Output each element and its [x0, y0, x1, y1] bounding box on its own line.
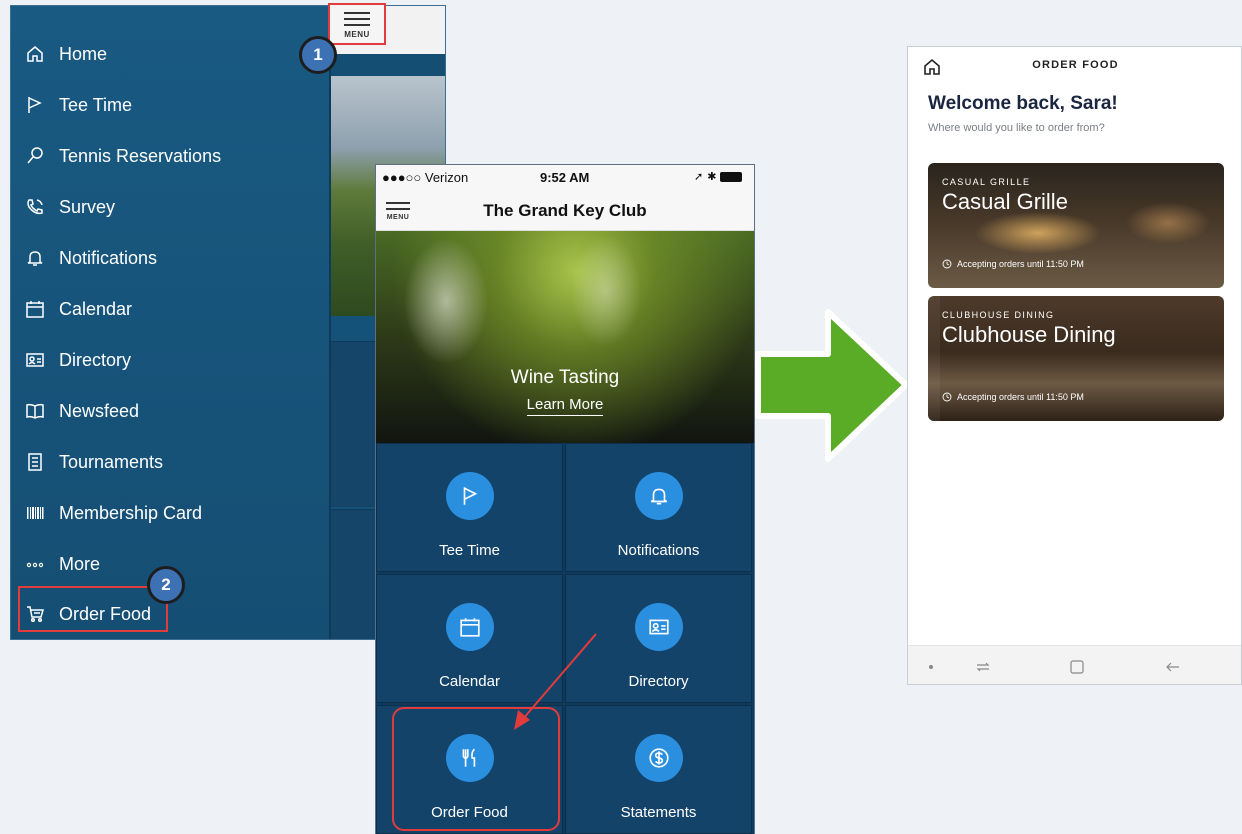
tile-label: Calendar [439, 673, 500, 690]
recent-apps-icon[interactable] [974, 658, 992, 676]
venue-status-text: Accepting orders until 11:50 PM [957, 259, 1084, 269]
venue-card-clubhouse-dining[interactable]: CLUBHOUSE DINING Clubhouse Dining Accept… [928, 296, 1224, 421]
venue-status: Accepting orders until 11:50 PM [942, 392, 1084, 402]
home-icon [27, 46, 43, 62]
app-title: The Grand Key Club [483, 201, 647, 220]
venue-card-casual-grille[interactable]: CASUAL GRILLE Casual Grille Accepting or… [928, 163, 1224, 288]
order-food-highlight [18, 586, 168, 632]
list-icon [28, 453, 42, 471]
drawer-item-membership-card[interactable]: Membership Card [25, 496, 315, 530]
tile-icon-circle [634, 472, 683, 520]
drawer-item-label: More [59, 553, 101, 574]
location-icon: ➚ [694, 171, 704, 183]
learn-more-label: Learn More [526, 396, 604, 416]
tile-notifications[interactable]: Notifications [565, 443, 752, 572]
venue-kicker: CASUAL GRILLE [942, 177, 1031, 187]
venue-status: Accepting orders until 11:50 PM [942, 259, 1084, 269]
hamburger-line [344, 17, 370, 20]
battery-icon [720, 171, 743, 182]
background-bar [331, 54, 445, 76]
welcome-heading: Welcome back, Sara! [928, 93, 1118, 114]
drawer-item-label: Tournaments [59, 451, 164, 472]
drawer-item-label: Newsfeed [59, 400, 140, 421]
home-button-icon[interactable] [1068, 658, 1086, 676]
status-icons: ➚ ✱ [694, 170, 743, 183]
tennis-racket-icon [27, 147, 43, 164]
venue-name: Casual Grille [942, 189, 1068, 214]
drawer-item-tournaments[interactable]: Tournaments [25, 445, 315, 479]
venue-kicker: CLUBHOUSE DINING [942, 310, 1055, 320]
drawer-item-label: Tennis Reservations [59, 145, 222, 166]
status-time: 9:52 AM [540, 170, 590, 185]
flag-icon [463, 487, 477, 505]
bell-icon [27, 251, 43, 266]
drawer-item-label: Membership Card [59, 502, 203, 523]
welcome-subtitle: Where would you like to order from? [928, 122, 1105, 134]
drawer-item-tennis-reservations[interactable]: Tennis Reservations [25, 139, 315, 173]
calendar-icon [459, 618, 480, 637]
screen-title: ORDER FOOD [1032, 59, 1119, 71]
hamburger-icon [344, 11, 370, 14]
drawer-item-label: Calendar [59, 298, 133, 319]
drawer-item-newsfeed[interactable]: Newsfeed [25, 394, 315, 428]
clock-icon [942, 259, 952, 269]
step-badge-1: 1 [299, 36, 337, 74]
app-header: MENU The Grand Key Club [376, 189, 754, 231]
bluetooth-icon: ✱ [707, 171, 717, 183]
id-card-icon [26, 353, 44, 367]
drawer-item-label: Notifications [59, 247, 158, 268]
phone-icon [27, 199, 43, 215]
venue-name: Clubhouse Dining [942, 322, 1116, 347]
dollar-icon [648, 748, 669, 768]
flag-icon [28, 97, 42, 113]
bell-icon [650, 488, 667, 505]
tile-label: Notifications [617, 542, 700, 559]
drawer-item-directory[interactable]: Directory [25, 343, 315, 377]
drawer-item-home[interactable]: Home [25, 37, 315, 71]
venue-status-text: Accepting orders until 11:50 PM [957, 392, 1084, 402]
back-icon[interactable] [1164, 658, 1182, 676]
red-pointer-arrow-icon [514, 633, 597, 730]
drawer-item-label: Home [59, 43, 108, 64]
book-icon [26, 403, 44, 419]
carrier-label: ●●●○○ Verizon [382, 170, 469, 185]
drawer-item-notifications[interactable]: Notifications [25, 241, 315, 275]
order-food-screen: ORDER FOOD Welcome back, Sara! Where wou… [907, 46, 1242, 685]
drawer-item-survey[interactable]: Survey [25, 190, 315, 224]
drawer-divider [329, 6, 331, 639]
side-drawer: Home Tee Time Tennis Reservations Survey… [11, 6, 329, 639]
tile-icon-circle [634, 734, 683, 782]
tile-icon-circle [445, 472, 494, 520]
drawer-item-tee-time[interactable]: Tee Time [25, 88, 315, 122]
tile-icon-circle [634, 603, 683, 651]
menu-label: MENU [344, 29, 370, 39]
more-dots-icon [26, 562, 44, 568]
drawer-item-label: Tee Time [59, 94, 133, 115]
calendar-icon [26, 301, 44, 318]
tile-label: Tee Time [439, 542, 500, 559]
clock-icon [942, 392, 952, 402]
tile-icon-circle [445, 603, 494, 651]
learn-more-link[interactable]: Learn More [376, 396, 754, 416]
tile-label: Directory [628, 673, 689, 690]
hamburger-line [344, 23, 370, 26]
status-bar: ●●●○○ Verizon 9:52 AM ➚ ✱ [376, 165, 754, 189]
android-nav-bar [908, 645, 1241, 684]
drawer-item-label: Directory [59, 349, 132, 370]
drawer-item-label: Survey [59, 196, 116, 217]
tile-tee-time[interactable]: Tee Time [376, 443, 563, 572]
barcode-icon [27, 507, 44, 519]
tile-label: Statements [620, 804, 697, 821]
step-badge-2: 2 [147, 566, 185, 604]
drawer-item-calendar[interactable]: Calendar [25, 292, 315, 326]
dot-icon [929, 665, 933, 669]
hero-banner[interactable]: Wine Tasting Learn More [376, 231, 754, 443]
menu-button[interactable]: MENU [328, 3, 386, 45]
hero-title: Wine Tasting [510, 367, 620, 388]
id-card-icon [648, 619, 669, 635]
green-arrow-icon [755, 309, 909, 462]
